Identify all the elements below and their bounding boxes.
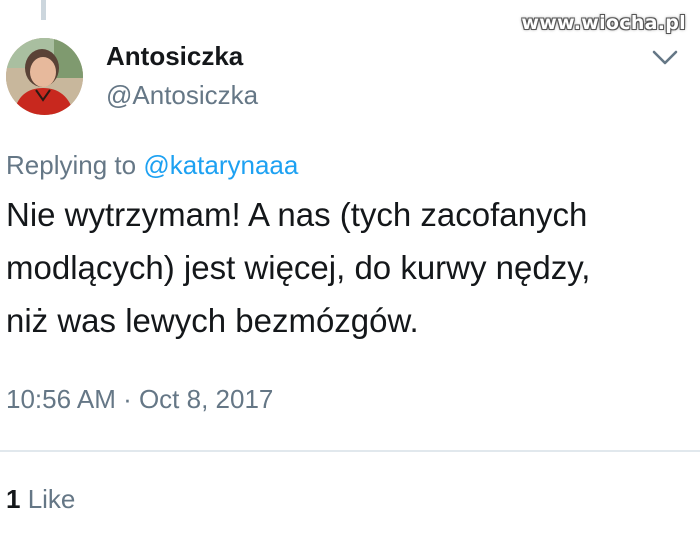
author-handle[interactable]: @Antosiczka <box>106 80 258 111</box>
divider <box>0 450 700 452</box>
tweet-text: Nie wytrzymam! A nas (tych zacofanych mo… <box>6 188 696 347</box>
tweet-text-line: modlących) jest więcej, do kurwy nędzy, <box>6 249 591 286</box>
likes-count: 1 <box>6 484 21 514</box>
chevron-down-icon[interactable] <box>650 46 680 68</box>
avatar[interactable] <box>6 38 83 115</box>
likes-stat[interactable]: 1 Like <box>6 484 75 515</box>
tweet-detail: www.wiocha.pl Antosiczka @Antosiczka Rep… <box>0 0 700 539</box>
avatar-photo <box>6 38 83 115</box>
replying-to-label: Replying to <box>6 150 144 180</box>
watermark-text: www.wiocha.pl <box>521 12 686 34</box>
tweet-timestamp[interactable]: 10:56 AM · Oct 8, 2017 <box>6 384 273 415</box>
thread-connector-line <box>41 0 46 20</box>
tweet-text-line: Nie wytrzymam! A nas (tych zacofanych <box>6 196 588 233</box>
author-name[interactable]: Antosiczka <box>106 41 243 72</box>
tweet-text-line: niż was lewych bezmózgów. <box>6 302 419 339</box>
replying-to: Replying to @katarynaaa <box>6 150 298 181</box>
likes-label: Like <box>20 484 76 514</box>
reply-mention-link[interactable]: @katarynaaa <box>143 150 298 180</box>
